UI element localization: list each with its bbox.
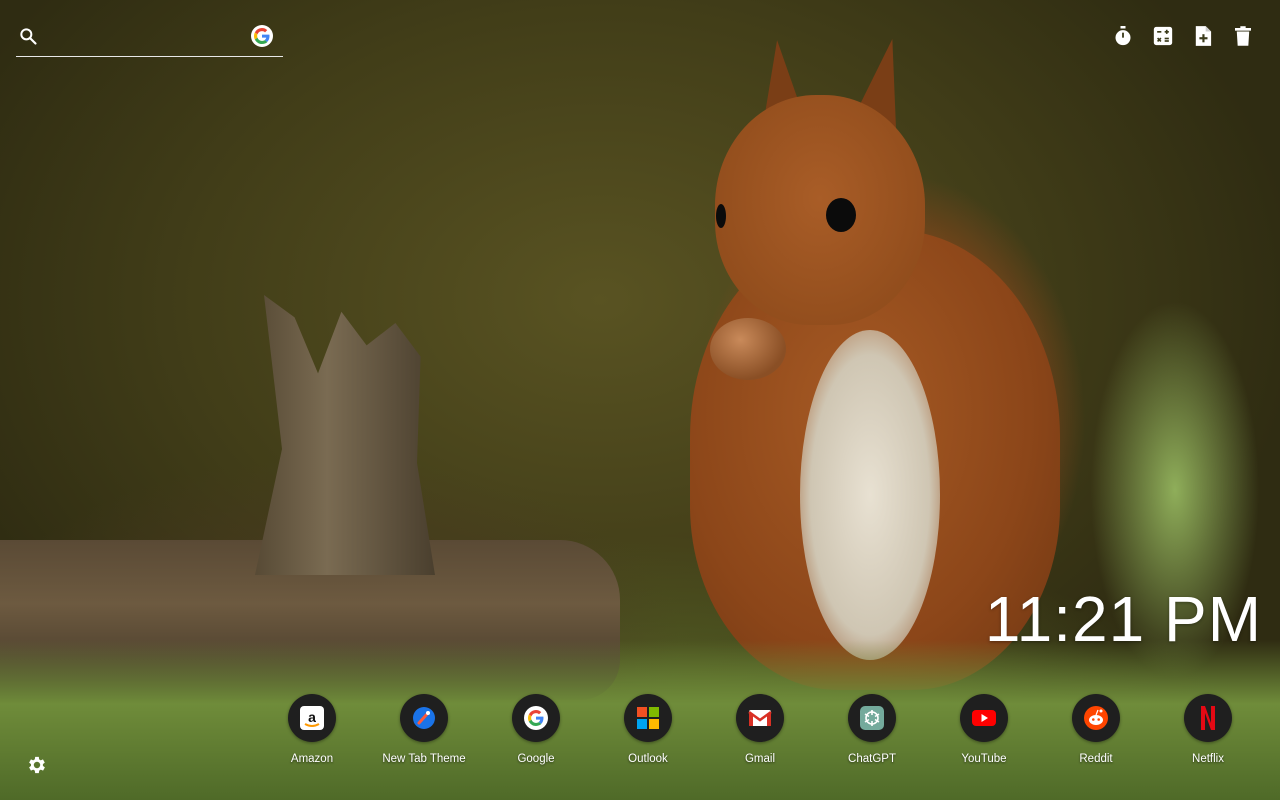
wallpaper-squirrel-eye — [826, 198, 856, 232]
app-label: ChatGPT — [848, 753, 896, 765]
app-dock: a Amazon New Tab Theme Google Outlook Gm… — [256, 694, 1264, 774]
outlook-icon — [624, 694, 672, 742]
app-shortcut-google[interactable]: Google — [480, 694, 592, 765]
app-label: Gmail — [744, 753, 776, 765]
google-g-icon[interactable] — [251, 25, 273, 47]
app-label: Reddit — [1079, 753, 1113, 765]
add-note-icon[interactable] — [1192, 24, 1214, 48]
wallpaper-hazelnut — [710, 318, 786, 380]
app-shortcut-chatgpt[interactable]: ChatGPT — [816, 694, 928, 765]
app-shortcut-netflix[interactable]: Netflix — [1152, 694, 1264, 765]
timer-icon[interactable] — [1112, 24, 1134, 48]
trash-icon[interactable] — [1232, 24, 1254, 48]
app-shortcut-youtube[interactable]: YouTube — [928, 694, 1040, 765]
app-shortcut-outlook[interactable]: Outlook — [592, 694, 704, 765]
new-tab-theme-icon — [400, 694, 448, 742]
wallpaper-squirrel-photo — [0, 0, 1280, 800]
app-shortcut-reddit[interactable]: Reddit — [1040, 694, 1152, 765]
amazon-icon: a — [288, 694, 336, 742]
wallpaper-stump — [255, 295, 435, 575]
app-shortcut-new-tab-theme[interactable]: New Tab Theme — [368, 694, 480, 765]
app-label: Outlook — [628, 753, 668, 765]
app-shortcut-amazon[interactable]: a Amazon — [256, 694, 368, 765]
app-label: Amazon — [290, 753, 334, 765]
reddit-icon — [1072, 694, 1120, 742]
app-label: YouTube — [961, 753, 1007, 765]
app-label: New Tab Theme — [382, 753, 466, 765]
app-label: Google — [517, 753, 555, 765]
wallpaper-squirrel-head — [715, 95, 925, 325]
search-icon[interactable] — [18, 26, 38, 46]
chatgpt-icon — [848, 694, 896, 742]
netflix-icon — [1184, 694, 1232, 742]
google-icon — [512, 694, 560, 742]
gmail-icon — [736, 694, 784, 742]
toolbar — [1112, 24, 1254, 48]
search-bar — [16, 20, 283, 57]
app-shortcut-gmail[interactable]: Gmail — [704, 694, 816, 765]
svg-text:a: a — [308, 709, 316, 725]
youtube-icon — [960, 694, 1008, 742]
app-label: Netflix — [1192, 753, 1224, 765]
calculator-icon[interactable] — [1152, 24, 1174, 48]
gear-icon[interactable] — [26, 754, 48, 776]
wallpaper-squirrel-eye — [716, 204, 726, 228]
clock-time: 11:21 PM — [984, 583, 1262, 655]
search-input[interactable] — [50, 26, 254, 50]
wallpaper-squirrel-belly — [800, 330, 940, 660]
